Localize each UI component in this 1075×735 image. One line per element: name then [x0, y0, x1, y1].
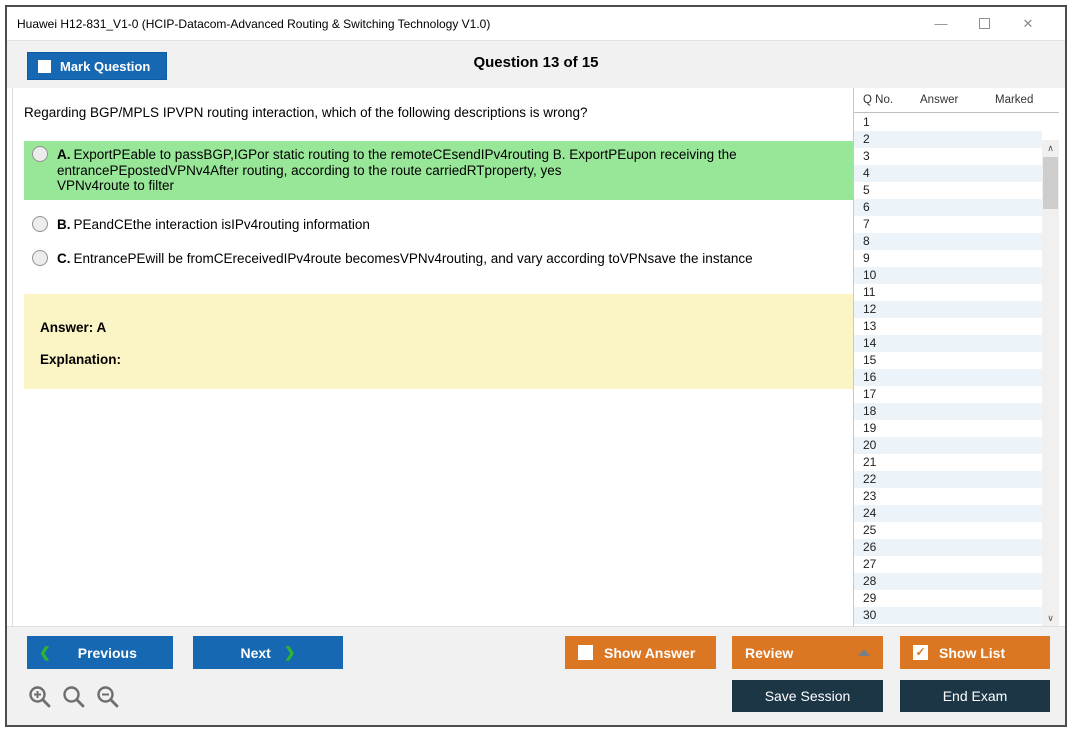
option-b-radio[interactable] — [32, 215, 48, 232]
question-list-body: 1 2 3 4 5 6 7 8 9 10 11 12 13 14 15 16 17 18 19 20 21 22 23 24 2… — [854, 114, 1059, 626]
options-list: A. ExportPEable to passBGP,IGPor static r… — [24, 141, 853, 272]
question-list-row[interactable]: 28 — [854, 573, 1042, 590]
question-list-row[interactable]: 14 — [854, 335, 1042, 352]
question-list-row[interactable]: 8 — [854, 233, 1042, 250]
option-a[interactable]: A. ExportPEable to passBGP,IGPor static r… — [24, 141, 853, 200]
question-list-row[interactable]: 29 — [854, 590, 1042, 607]
question-list-row[interactable]: 13 — [854, 318, 1042, 335]
save-session-label: Save Session — [764, 688, 851, 704]
explanation-label: Explanation: — [40, 351, 122, 367]
question-list-row[interactable]: 18 — [854, 403, 1042, 420]
review-label: Review — [745, 644, 794, 661]
show-answer-button[interactable]: Show Answer — [565, 636, 716, 669]
minimize-icon[interactable]: — — [934, 17, 948, 30]
option-a-radio[interactable] — [32, 146, 48, 162]
question-list-row[interactable]: 2 — [854, 131, 1042, 148]
question-list-rows: 1 2 3 4 5 6 7 8 9 10 11 12 13 14 15 16 17 18 19 20 21 22 23 24 2… — [854, 114, 1042, 624]
question-text: Regarding BGP/MPLS IPVPN routing interac… — [24, 105, 588, 120]
question-panel: Regarding BGP/MPLS IPVPN routing interac… — [12, 88, 856, 626]
content-area: Regarding BGP/MPLS IPVPN routing interac… — [7, 88, 1065, 626]
column-qno: Q No. — [863, 94, 894, 106]
column-marked: Marked — [995, 94, 1034, 106]
show-list-button[interactable]: ✓ Show List — [900, 636, 1050, 669]
option-b-text: B. PEandCEthe interaction isIPv4routing i… — [57, 216, 370, 232]
question-list-row[interactable]: 1 — [854, 114, 1042, 131]
question-counter: Question 13 of 15 — [473, 54, 599, 71]
zoom-in-icon[interactable] — [28, 685, 52, 709]
question-list-row[interactable]: 12 — [854, 301, 1042, 318]
option-c-radio[interactable] — [32, 250, 48, 266]
question-list-row[interactable]: 22 — [854, 471, 1042, 488]
save-session-button[interactable]: Save Session — [732, 680, 883, 712]
question-list-row[interactable]: 16 — [854, 369, 1042, 386]
show-answer-label: Show Answer — [604, 644, 696, 661]
answer-label: Answer: A — [40, 319, 107, 335]
triangle-up-icon — [858, 649, 870, 656]
question-list-row[interactable]: 17 — [854, 386, 1042, 403]
footer-bar: ❮ Previous Next ❯ Show Answer Review ✓ S… — [7, 626, 1065, 725]
zoom-out-icon[interactable] — [96, 685, 120, 709]
question-list-row[interactable]: 7 — [854, 216, 1042, 233]
question-list-row[interactable]: 21 — [854, 454, 1042, 471]
zoom-toolbar — [28, 685, 120, 709]
scroll-down-icon[interactable]: ∨ — [1042, 610, 1059, 626]
option-b[interactable]: B. PEandCEthe interaction isIPv4routing i… — [24, 212, 853, 238]
question-list-row[interactable]: 11 — [854, 284, 1042, 301]
question-list-scrollbar[interactable]: ∧ ∨ — [1042, 140, 1059, 626]
scroll-up-icon[interactable]: ∧ — [1042, 140, 1059, 156]
chevron-left-icon: ❮ — [39, 644, 51, 660]
show-list-checkbox[interactable]: ✓ — [913, 645, 928, 660]
answer-panel: Answer: A Explanation: — [24, 293, 853, 389]
next-button[interactable]: Next ❯ — [193, 636, 343, 669]
question-list-row[interactable]: 15 — [854, 352, 1042, 369]
question-list-row[interactable]: 10 — [854, 267, 1042, 284]
close-icon[interactable]: ✕ — [1021, 17, 1035, 30]
window-title: Huawei H12-831_V1-0 (HCIP-Datacom-Advanc… — [17, 16, 491, 31]
column-answer: Answer — [920, 94, 959, 106]
end-exam-button[interactable]: End Exam — [900, 680, 1050, 712]
question-header-bar: Mark Question Question 13 of 15 — [7, 40, 1065, 88]
question-list-row[interactable]: 25 — [854, 522, 1042, 539]
previous-label: Previous — [77, 644, 137, 661]
exam-player-window: Huawei H12-831_V1-0 (HCIP-Datacom-Advanc… — [5, 5, 1067, 727]
option-c[interactable]: C. EntrancePEwill be fromCEreceivedIPv4ro… — [24, 246, 853, 272]
review-button[interactable]: Review — [732, 636, 883, 669]
question-list-row[interactable]: 9 — [854, 250, 1042, 267]
question-list-row[interactable]: 23 — [854, 488, 1042, 505]
question-list-row[interactable]: 5 — [854, 182, 1042, 199]
question-list-header: Q No. Answer Marked — [854, 88, 1059, 113]
maximize-icon[interactable] — [979, 18, 990, 29]
show-list-label: Show List — [939, 644, 1006, 661]
question-list-row[interactable]: 6 — [854, 199, 1042, 216]
zoom-reset-icon[interactable] — [62, 685, 86, 709]
previous-button[interactable]: ❮ Previous — [27, 636, 173, 669]
question-list-row[interactable]: 20 — [854, 437, 1042, 454]
title-bar: Huawei H12-831_V1-0 (HCIP-Datacom-Advanc… — [7, 7, 1065, 40]
show-answer-checkbox[interactable] — [578, 645, 593, 660]
question-list-row[interactable]: 3 — [854, 148, 1042, 165]
option-c-text: C. EntrancePEwill be fromCEreceivedIPv4ro… — [57, 251, 753, 266]
end-exam-label: End Exam — [942, 688, 1008, 704]
question-list-row[interactable]: 27 — [854, 556, 1042, 573]
question-list-sidebar: Q No. Answer Marked 1 2 3 4 5 6 7 8 9 10 11 12 13 14 1… — [853, 88, 1059, 626]
question-list-row[interactable]: 26 — [854, 539, 1042, 556]
next-label: Next — [240, 644, 271, 661]
option-a-text: A. ExportPEable to passBGP,IGPor static r… — [57, 147, 737, 193]
question-list-row[interactable]: 30 — [854, 607, 1042, 624]
question-list-row[interactable]: 4 — [854, 165, 1042, 182]
question-list-row[interactable]: 24 — [854, 505, 1042, 522]
question-list-row[interactable]: 19 — [854, 420, 1042, 437]
window-controls: — ✕ — [934, 17, 1065, 30]
scrollbar-thumb[interactable] — [1043, 157, 1058, 209]
chevron-right-icon: ❯ — [283, 644, 296, 660]
